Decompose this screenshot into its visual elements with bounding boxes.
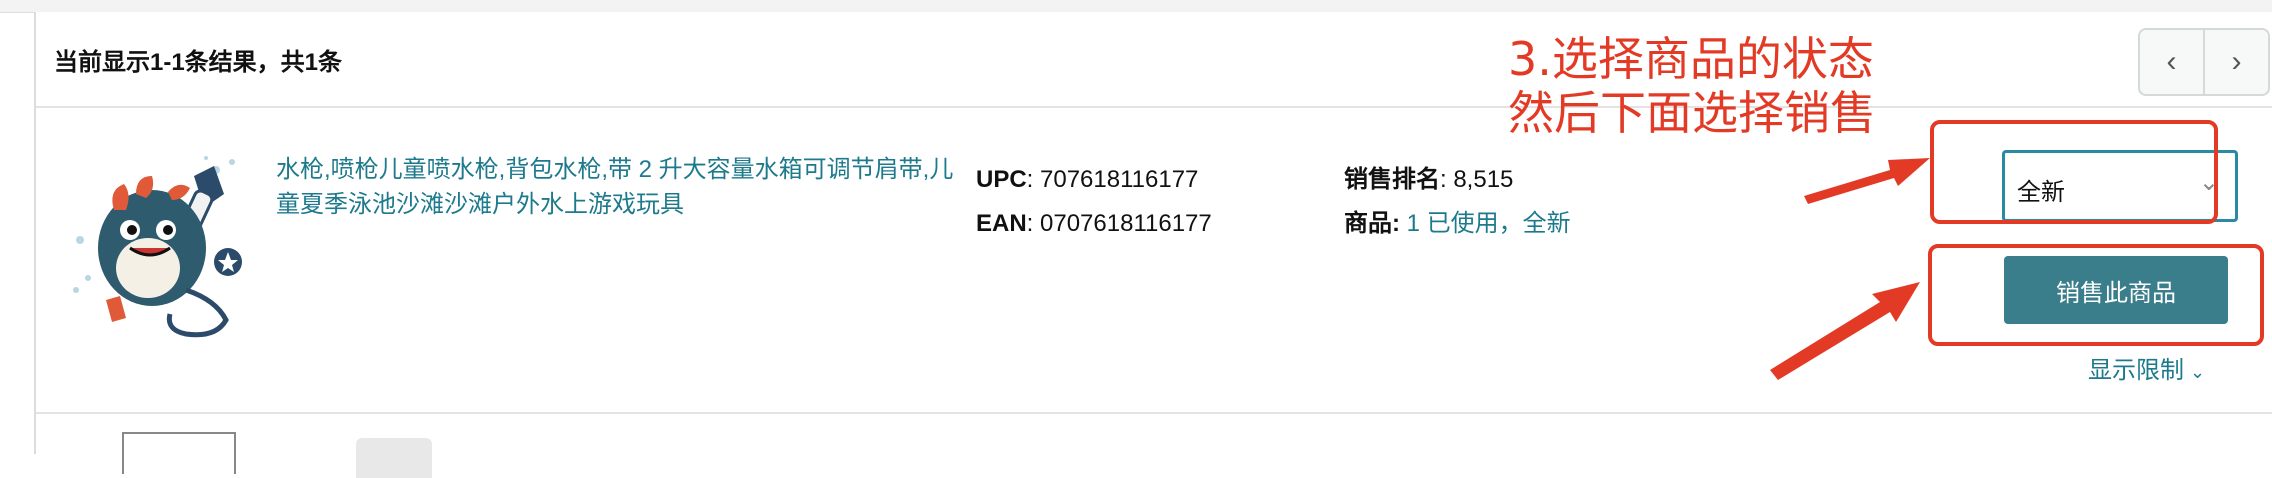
annotation-arrows [1770,158,1930,380]
arrow-to-sell [1770,282,1920,380]
arrow-to-condition [1804,158,1930,204]
